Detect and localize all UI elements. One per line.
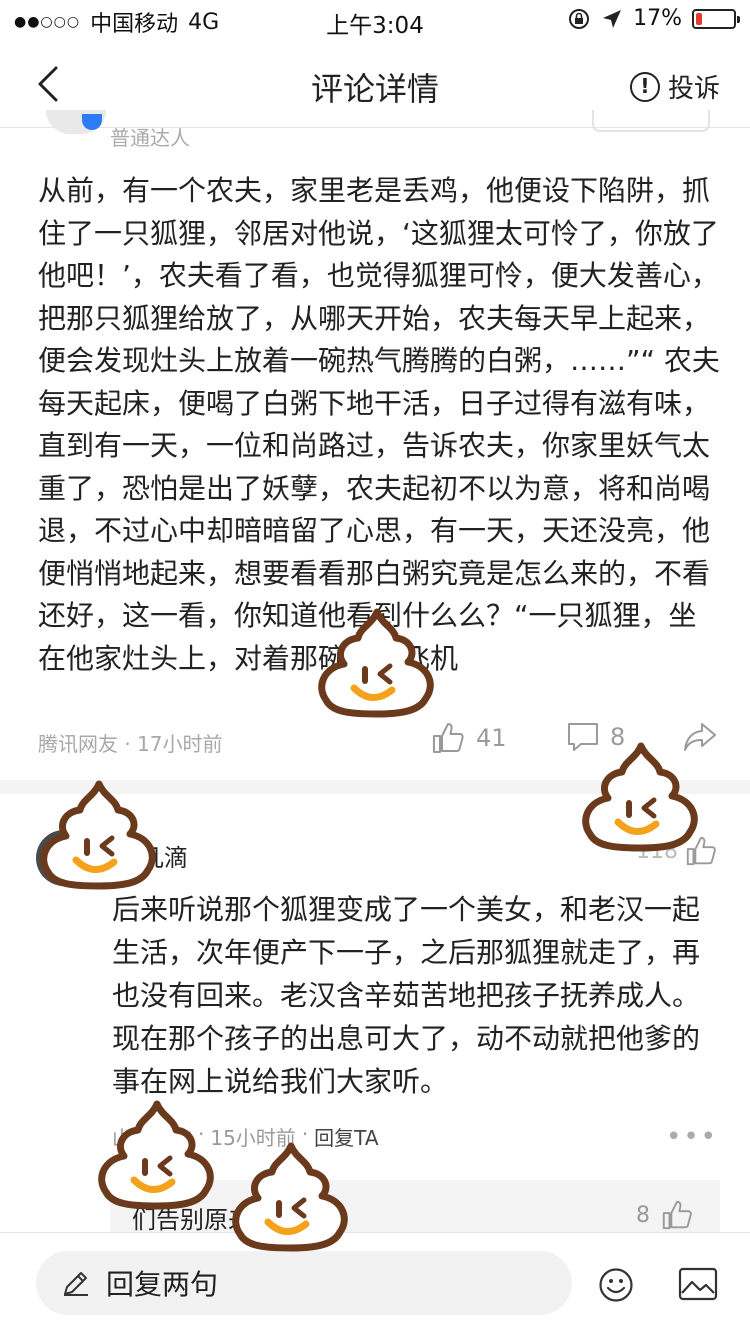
poop-sticker-icon xyxy=(40,780,156,890)
like-button[interactable]: 41 xyxy=(430,720,507,756)
pencil-icon xyxy=(64,1272,88,1296)
reply-body: 后来听说那个狐狸变成了一个美女，和老汉一起生活，次年便产下一子，之后那狐狸就走了… xyxy=(112,893,701,1098)
emoji-icon[interactable] xyxy=(598,1267,634,1303)
battery-percent: 17% xyxy=(633,6,682,31)
battery-icon xyxy=(692,8,740,29)
poop-sticker-icon xyxy=(232,1142,348,1252)
user-level: 普通达人 xyxy=(110,126,190,150)
sub-reply-like-button[interactable]: 8 xyxy=(636,1198,694,1232)
status-bar: ●●○○○ 中国移动 4G 上午3:04 17% xyxy=(0,0,750,40)
poop-sticker-icon xyxy=(582,742,698,852)
report-button[interactable]: ! 投诉 xyxy=(629,68,720,105)
alert-icon: ! xyxy=(629,71,660,102)
like-count: 41 xyxy=(476,724,507,752)
reply-input-label: 回复两句 xyxy=(106,1268,219,1301)
reply-input[interactable]: 回复两句 xyxy=(36,1251,572,1315)
image-icon[interactable] xyxy=(678,1267,718,1301)
battery-level-fill xyxy=(696,12,702,25)
report-label: 投诉 xyxy=(667,74,720,104)
thumbs-up-icon xyxy=(433,723,464,753)
more-options-icon[interactable]: ••• xyxy=(666,1124,718,1150)
bottom-bar: 回复两句 xyxy=(0,1232,750,1334)
poop-sticker-icon xyxy=(98,1100,214,1210)
follow-button[interactable] xyxy=(592,110,710,132)
status-right: 17% xyxy=(567,6,740,31)
poop-sticker-icon xyxy=(318,608,434,718)
thumbs-up-icon xyxy=(662,1200,692,1230)
sub-reply-like-count: 8 xyxy=(636,1202,650,1228)
comment-body: 从前，有一个农夫，家里老是丢鸡，他便设下陷阱，抓住了一只狐狸，邻居对他说，‘这狐… xyxy=(38,174,720,675)
lock-rotation-icon xyxy=(569,8,590,29)
comment-meta: 腾讯网友 · 17小时前 xyxy=(38,732,223,756)
location-arrow-icon xyxy=(603,9,622,28)
